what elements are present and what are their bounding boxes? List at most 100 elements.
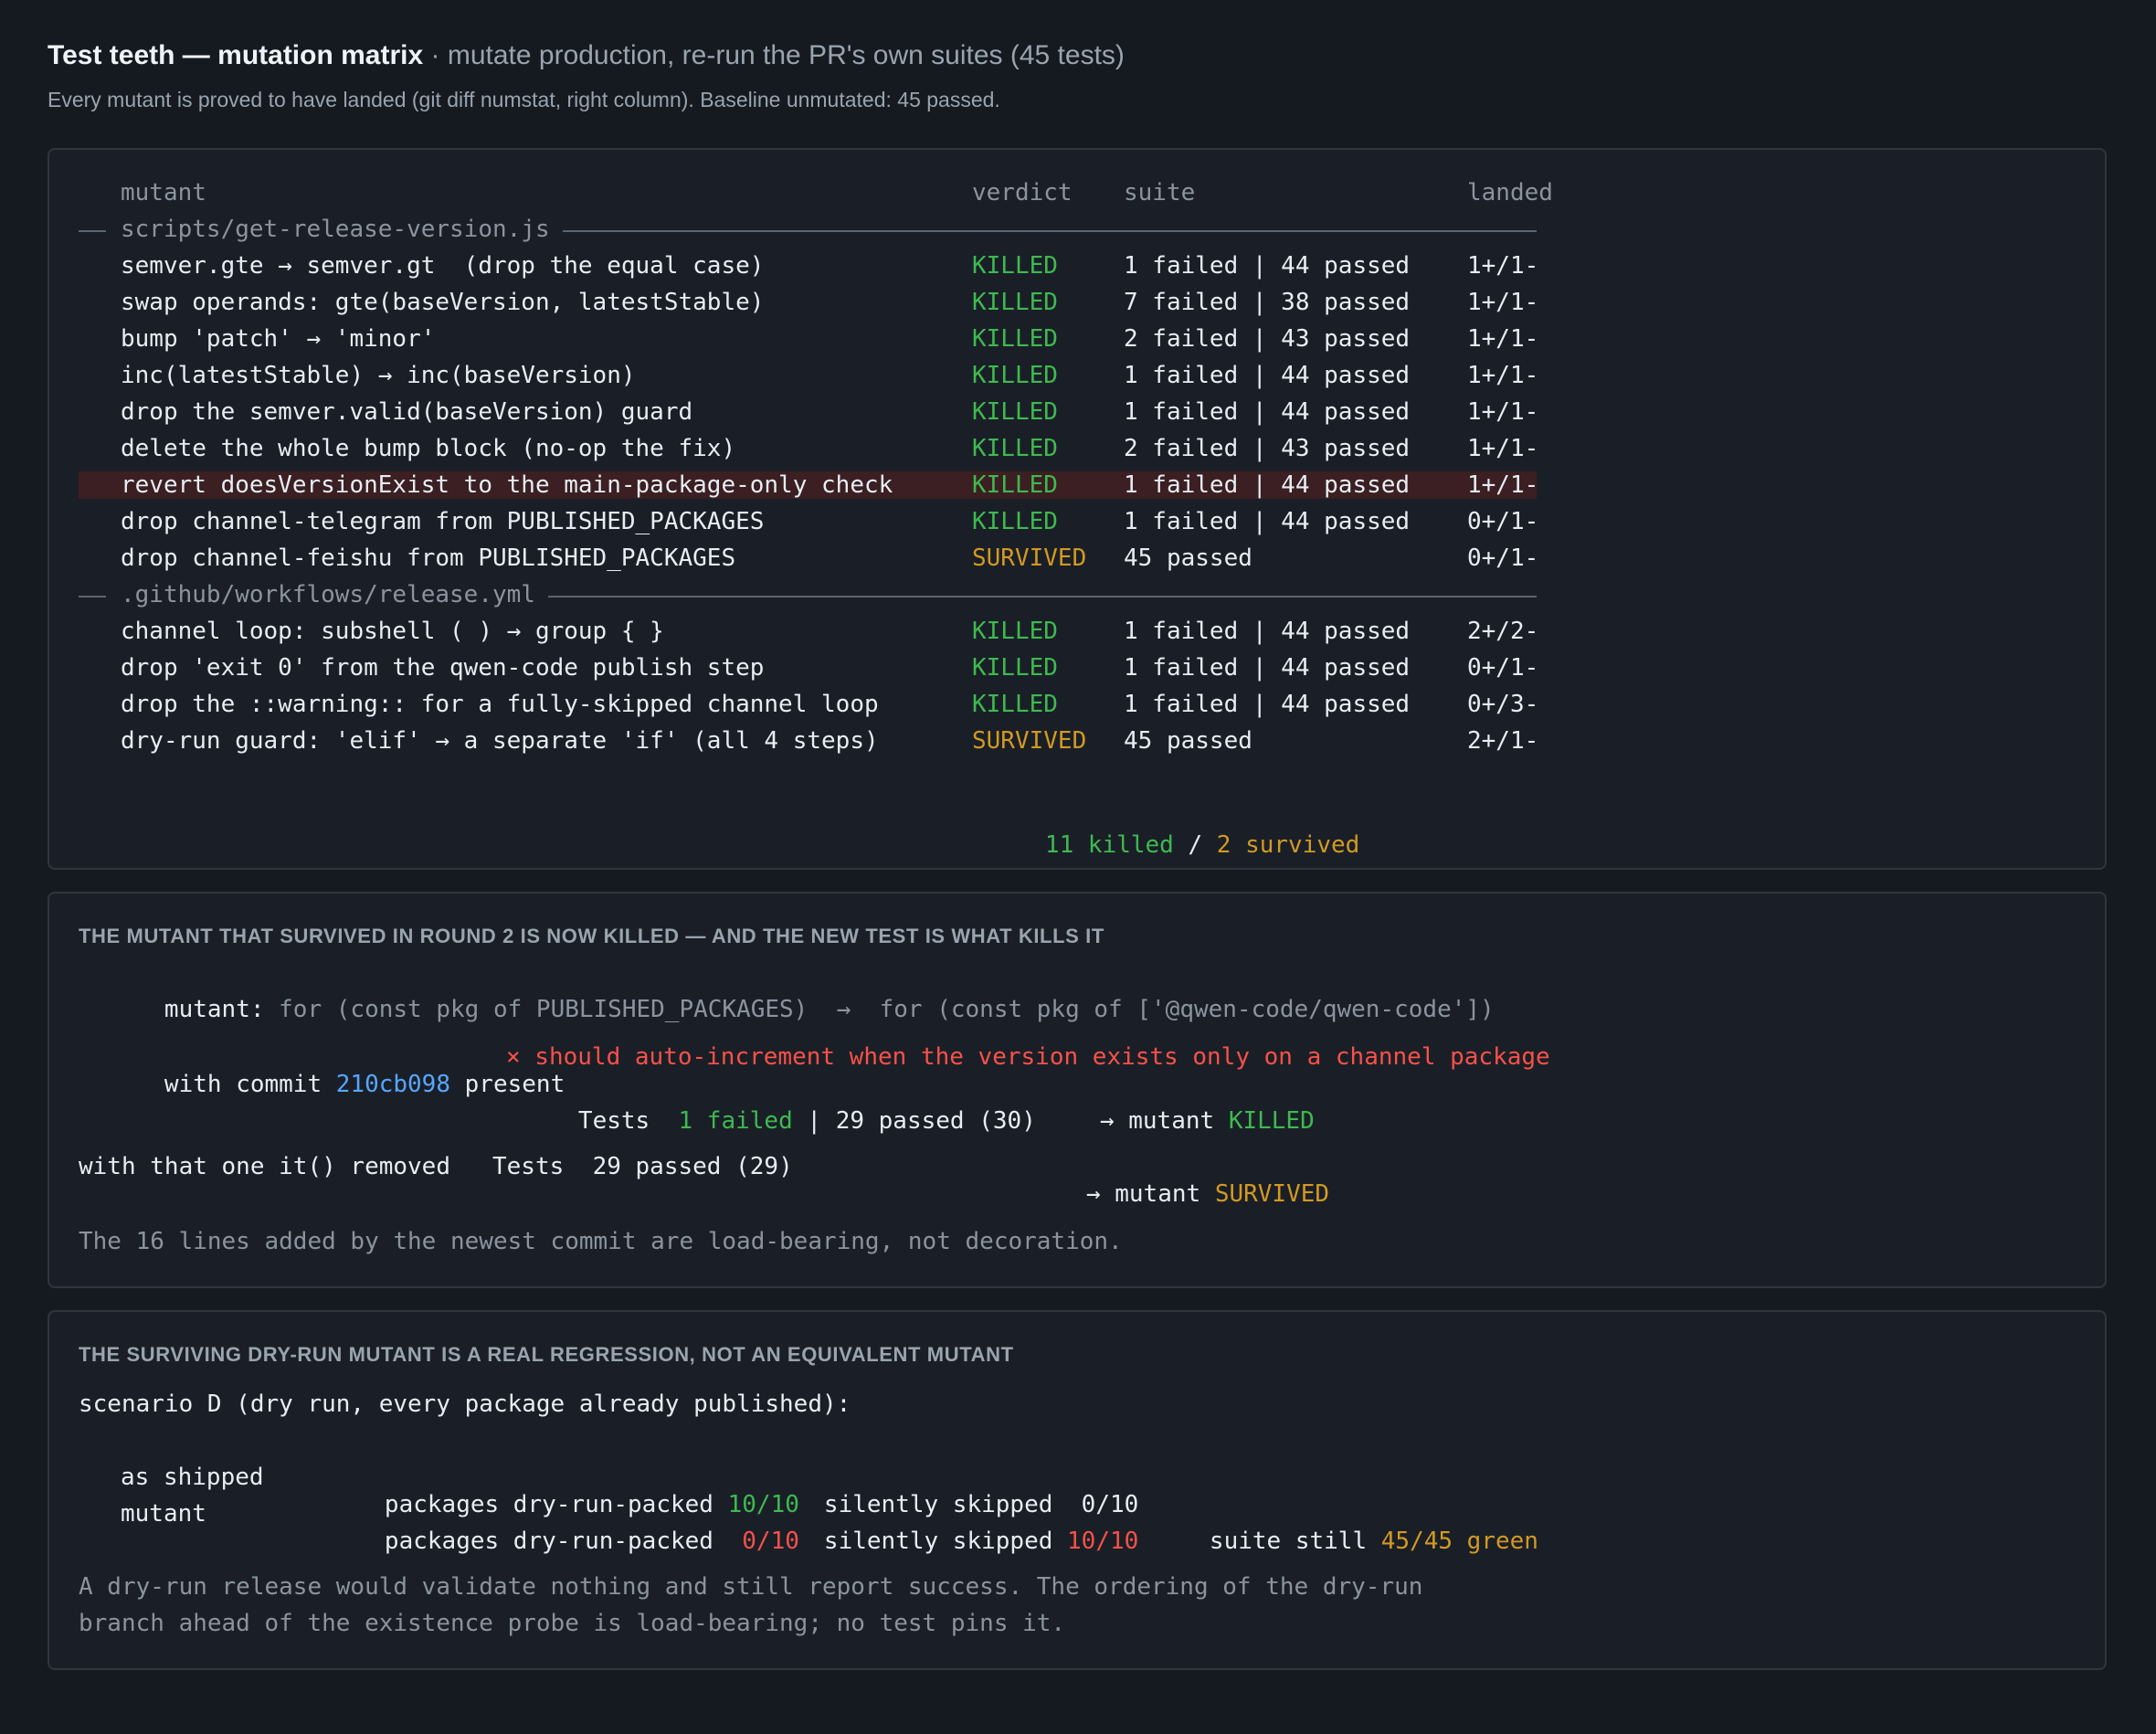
verdict-survived: SURVIVED [1214,1180,1330,1208]
verdict-cell: KILLED [972,362,1058,389]
commit-prefix: with commit [164,1071,336,1098]
landed-cell: 2+/2- [1467,618,1539,645]
mutant-cell: drop channel-telegram from PUBLISHED_PAC… [121,508,765,535]
landed-cell: 0+/1- [1467,545,1539,572]
suite-cell: 7 failed | 38 passed [1124,289,1411,316]
page-description: Every mutant is proved to have landed (g… [48,88,1000,111]
verdict-cell: KILLED [972,691,1058,718]
suite-cell: 1 failed | 44 passed [1124,252,1411,280]
column-header-suite: suite [1124,179,1196,206]
verdict-cell: KILLED [972,325,1058,353]
tests-with-commit: Tests 1 failed | 29 passed (30) [492,1080,1036,1135]
mutant-label: mutant: [164,996,265,1023]
verdict-arrow: → mutant [1085,1180,1215,1208]
suite-cell: 1 failed | 44 passed [1124,362,1411,389]
scenario-line: scenario D (dry run, every package alrea… [79,1390,851,1418]
suite-cell: 1 failed | 44 passed [1124,618,1411,645]
dryrun-panel: THE SURVIVING DRY-RUN MUTANT IS A REAL R… [48,1310,2107,1670]
dryrun-note-1: A dry-run release would validate nothing… [79,1573,1423,1601]
mutant-cell: swap operands: gte(baseVersion, latestSt… [121,289,765,316]
matrix-totals: 11 killed / 2 survived [959,804,1359,859]
round2-panel: THE MUTANT THAT SURVIVED IN ROUND 2 IS N… [48,892,2107,1288]
column-header-landed: landed [1467,179,1553,206]
verdict-cell: KILLED [972,398,1058,426]
section-lead-line [79,596,106,597]
suite-cell: 2 failed | 43 passed [1124,435,1411,462]
page: Test teeth — mutation matrix · mutate pr… [0,0,2156,1734]
mutant-code: for (const pkg of PUBLISHED_PACKAGES) → … [264,996,1495,1023]
landed-cell: 1+/1- [1467,289,1539,316]
mutant-skipped: silently skipped 10/10 [738,1500,1138,1555]
column-header-mutant: mutant [121,179,206,206]
totals-separator: / [1173,831,1217,859]
column-header-verdict: verdict [972,179,1073,206]
landed-cell: 1+/1- [1467,398,1539,426]
landed-cell: 1+/1- [1467,362,1539,389]
tests-rest: | 29 passed (30) [792,1107,1036,1135]
round2-caption: THE MUTANT THAT SURVIVED IN ROUND 2 IS N… [79,925,1104,947]
mutant-packed: packages dry-run-packed 0/10 [299,1500,799,1555]
verdict-with-commit: → mutant KILLED [1014,1080,1315,1135]
section-lead-line [79,230,106,232]
landed-cell: 0+/1- [1467,654,1539,682]
killed-total: 11 killed [1044,831,1174,859]
as-shipped-skipped: silently skipped 0/10 [738,1464,1138,1518]
mutant-cell: channel loop: subshell ( ) → group { } [121,618,664,645]
suite-cell: 2 failed | 43 passed [1124,325,1411,353]
mutant-cell: revert doesVersionExist to the main-pack… [121,471,893,499]
mutant-cell: delete the whole bump block (no-op the f… [121,435,736,462]
page-subtitle: · mutate production, re-run the PR's own… [430,40,1125,70]
as-shipped-packed: packages dry-run-packed 10/10 [299,1464,799,1518]
round2-mutant-line: mutant: for (const pkg of PUBLISHED_PACK… [79,968,1495,1023]
dryrun-caption: THE SURVIVING DRY-RUN MUTANT IS A REAL R… [79,1343,1014,1366]
dryrun-note-2: branch ahead of the existence probe is l… [79,1610,1066,1637]
verdict-without-it: → mutant SURVIVED [1000,1153,1329,1208]
landed-cell: 1+/1- [1467,325,1539,353]
suite-cell: 45 passed [1124,727,1252,755]
suite-cell: 1 failed | 44 passed [1124,471,1411,499]
mutant-cell: bump 'patch' → 'minor' [121,325,436,353]
commit-line: with commit 210cb098 present [79,1043,565,1098]
section-rule-line [548,596,1537,597]
commit-hash: 210cb098 [335,1071,450,1098]
mutant-cell: drop the ::warning:: for a fully-skipped… [121,691,879,718]
landed-cell: 1+/1- [1467,435,1539,462]
failing-test-message: × should auto-increment when the version… [506,1043,1550,1071]
removed-label: with that one it() removed [79,1153,450,1180]
mutant-cell: drop the semver.valid(baseVersion) guard [121,398,693,426]
landed-cell: 1+/1- [1467,471,1539,499]
mutation-matrix-panel: mutant verdict suite landed scripts/get-… [48,148,2107,870]
verdict-arrow: → mutant [1099,1107,1229,1135]
mutant-cell: drop 'exit 0' from the qwen-code publish… [121,654,765,682]
mutant-cell: semver.gte → semver.gt (drop the equal c… [121,252,765,280]
landed-cell: 0+/1- [1467,508,1539,535]
packed-label: packages dry-run-packed [384,1528,728,1555]
section-file-label: scripts/get-release-version.js [121,216,550,243]
tests-label: Tests [577,1107,679,1135]
mutant-cell: drop channel-feishu from PUBLISHED_PACKA… [121,545,736,572]
skipped-label: silently skipped [823,1528,1068,1555]
section-file-label: .github/workflows/release.yml [121,581,535,608]
tests-failed: 1 failed [678,1107,793,1135]
row-label-as-shipped: as shipped [121,1464,264,1491]
round2-note: The 16 lines added by the newest commit … [79,1228,1123,1255]
mutant-cell: dry-run guard: 'elif' → a separate 'if' … [121,727,879,755]
page-header: Test teeth — mutation matrix · mutate pr… [48,40,1125,71]
verdict-cell: KILLED [972,471,1058,499]
landed-cell: 2+/1- [1467,727,1539,755]
suite-cell: 1 failed | 44 passed [1124,654,1411,682]
verdict-cell: KILLED [972,508,1058,535]
verdict-cell: KILLED [972,289,1058,316]
row-label-mutant: mutant [121,1500,206,1528]
survived-total: 2 survived [1216,831,1360,859]
section-rule-line [562,230,1537,232]
landed-cell: 0+/3- [1467,691,1539,718]
verdict-cell: KILLED [972,252,1058,280]
landed-cell: 1+/1- [1467,252,1539,280]
tests-without-it: Tests 29 passed (29) [492,1153,793,1180]
suite-cell: 1 failed | 44 passed [1124,398,1411,426]
suite-still-green: suite still 45/45 green [1124,1500,1538,1555]
verdict-killed: KILLED [1228,1107,1315,1135]
suite-cell: 1 failed | 44 passed [1124,691,1411,718]
verdict-cell: KILLED [972,618,1058,645]
